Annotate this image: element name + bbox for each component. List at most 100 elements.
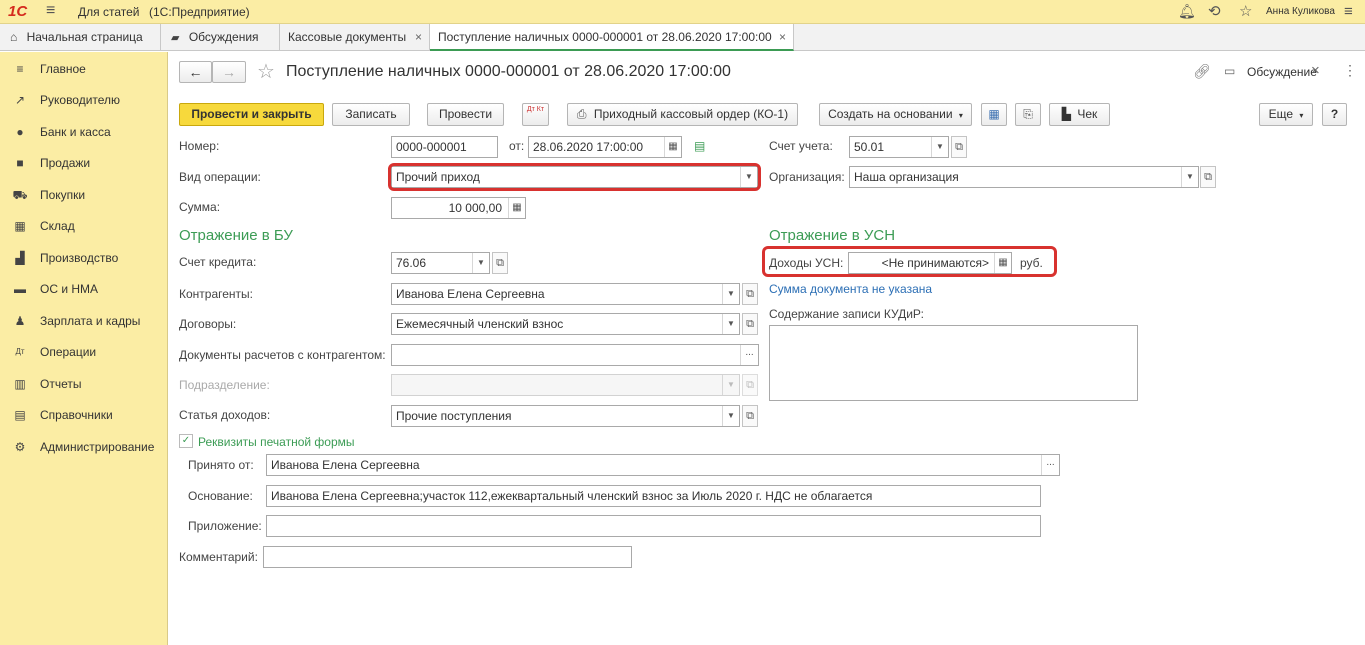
tab-cash-receipt-label: Поступление наличных 0000-000001 от 28.0… — [438, 30, 772, 44]
account-value: 50.01 — [854, 140, 885, 154]
number-field[interactable]: 0000-000001 — [391, 136, 498, 158]
close-icon[interactable]: × — [415, 24, 422, 50]
bell-icon[interactable]: 🔔︎ — [1178, 3, 1196, 20]
print-requisites-toggle[interactable]: ✓ Реквизиты печатной формы — [179, 434, 359, 450]
comment-field[interactable] — [263, 546, 632, 568]
ellipsis-icon[interactable]: ... — [740, 345, 758, 365]
star-icon[interactable]: ☆ — [1239, 2, 1252, 20]
sidebar-item-fixed-assets[interactable]: ▬ ОС и НМА — [0, 274, 168, 304]
sidebar-item-main[interactable]: ≡ Главное — [0, 54, 168, 84]
income-item-field[interactable]: Прочие поступления ▼ — [391, 405, 740, 427]
usn-note-link[interactable]: Сумма документа не указана — [769, 282, 932, 296]
credit-account-value: 76.06 — [396, 256, 427, 270]
settlement-docs-label: Документы расчетов с контрагентом: — [179, 348, 386, 362]
back-button[interactable]: ← — [179, 61, 212, 83]
sidebar-item-manager[interactable]: ↗ Руководителю — [0, 85, 168, 115]
attachment-field[interactable] — [266, 515, 1041, 537]
open-icon: ⧉ — [746, 288, 754, 300]
sidebar-item-operations[interactable]: Дт Операции — [0, 337, 168, 367]
structure-button[interactable]: ▦ — [981, 103, 1007, 126]
sidebar-item-label: Производство — [40, 251, 119, 265]
user-name[interactable]: Анна Куликова — [1266, 6, 1335, 17]
factory-icon: ▟ — [15, 251, 25, 265]
credit-account-field[interactable]: 76.06 ▼ — [391, 252, 490, 274]
contractors-value: Иванова Елена Сергеевна — [396, 287, 545, 301]
basis-field[interactable]: Иванова Елена Сергеевна;участок 112,ежек… — [266, 485, 1041, 507]
chevron-down-icon[interactable]: ▼ — [722, 314, 739, 334]
sidebar-item-production[interactable]: ▟ Производство — [0, 243, 168, 273]
document-status-icon[interactable]: ▤ — [694, 139, 705, 153]
organization-field[interactable]: Наша организация ▼ — [849, 166, 1199, 188]
organization-label: Организация: — [769, 170, 845, 184]
sidebar-item-reports[interactable]: ▥ Отчеты — [0, 369, 168, 399]
open-income-item-button[interactable]: ⧉ — [742, 405, 758, 427]
sections-panel: ≡ Главное ↗ Руководителю ● Банк и касса ■ Пр… — [0, 52, 168, 645]
sidebar-item-salary[interactable]: ♟ Зарплата и кадры — [0, 306, 168, 336]
contractors-field[interactable]: Иванова Елена Сергеевна ▼ — [391, 283, 740, 305]
forward-button[interactable]: → — [212, 61, 246, 83]
account-field[interactable]: 50.01 ▼ — [849, 136, 949, 158]
person-icon: ♟ — [14, 314, 26, 328]
settlement-docs-field[interactable]: ... — [391, 344, 759, 366]
menu-icon[interactable]: ≡ — [46, 2, 55, 20]
accepted-from-field[interactable]: Иванова Елена Сергеевна... — [266, 454, 1060, 476]
receipt-button[interactable]: ▙ Чек — [1049, 103, 1110, 126]
open-contract-button[interactable]: ⧉ — [742, 313, 758, 335]
home-icon: ⌂ — [10, 30, 18, 44]
calculator-icon[interactable]: ▦ — [508, 198, 525, 218]
logo-1c[interactable]: 1С — [8, 3, 27, 20]
sidebar-item-label: Отчеты — [40, 377, 82, 391]
chevron-down-icon[interactable]: ▼ — [1181, 167, 1198, 187]
open-organization-button[interactable]: ⧉ — [1200, 166, 1216, 188]
sidebar-item-label: Справочники — [40, 408, 113, 422]
post-and-close-button[interactable]: Провести и закрыть — [179, 103, 324, 126]
sidebar-item-bank[interactable]: ● Банк и касса — [0, 117, 168, 147]
close-form-icon[interactable]: × — [1311, 62, 1320, 79]
open-contractor-button[interactable]: ⧉ — [742, 283, 758, 305]
chevron-down-icon[interactable]: ▼ — [722, 284, 739, 304]
open-account-button[interactable]: ⧉ — [951, 136, 967, 158]
open-icon: ⧉ — [746, 379, 754, 391]
chevron-down-icon[interactable]: ▼ — [722, 406, 739, 426]
sidebar-item-admin[interactable]: ⚙ Администрирование — [0, 432, 168, 462]
sum-label: Сумма: — [179, 200, 221, 214]
ellipsis-icon[interactable]: ... — [1041, 455, 1059, 475]
more-vertical-icon[interactable]: ⋮ — [1343, 62, 1357, 79]
help-button[interactable]: ? — [1322, 103, 1347, 126]
save-button[interactable]: Записать — [332, 103, 410, 126]
sidebar-item-sales[interactable]: ■ Продажи — [0, 148, 168, 178]
tab-cash-receipt[interactable]: Поступление наличных 0000-000001 от 28.0… — [430, 24, 794, 51]
close-icon[interactable]: × — [779, 24, 786, 50]
post-button[interactable]: Провести — [427, 103, 504, 126]
settings-menu-icon[interactable]: ≡ — [1344, 3, 1353, 20]
favorite-star-icon[interactable]: ☆ — [257, 59, 275, 84]
print-ko1-button[interactable]: ⎙ Приходный кассовый ордер (КО-1) — [567, 103, 798, 126]
attachment-button[interactable]: ⎘ — [1015, 103, 1041, 126]
more-button[interactable]: Еще ▾ — [1259, 103, 1313, 126]
chevron-down-icon[interactable]: ▼ — [472, 253, 489, 273]
printer-icon: ⎙ — [576, 107, 587, 121]
dropdown-arrow-icon: ▾ — [1299, 111, 1304, 120]
calendar-icon[interactable]: ▦ — [664, 137, 681, 157]
contractors-label: Контрагенты: — [179, 287, 254, 301]
contracts-field[interactable]: Ежемесячный членский взнос ▼ — [391, 313, 740, 335]
contracts-label: Договоры: — [179, 317, 237, 331]
sidebar-item-directories[interactable]: ▤ Справочники — [0, 400, 168, 430]
comment-label: Комментарий: — [179, 550, 258, 564]
link-icon[interactable]: 🔗︎ — [1193, 63, 1211, 80]
open-credit-account-button[interactable]: ⧉ — [492, 252, 508, 274]
discussion-icon[interactable]: ▭ — [1224, 64, 1235, 78]
tab-discussions[interactable]: ▰ Обсуждения — [161, 24, 280, 51]
tab-home[interactable]: ⌂ Начальная страница — [0, 24, 161, 51]
tab-cash-documents[interactable]: Кассовые документы × — [280, 24, 430, 51]
create-based-on-button[interactable]: Создать на основании ▾ — [819, 103, 972, 126]
date-field[interactable]: 28.06.2020 17:00:00 ▦ — [528, 136, 682, 158]
kudir-textarea[interactable] — [769, 325, 1138, 401]
sum-field[interactable]: 10 000,00 ▦ — [391, 197, 526, 219]
history-icon[interactable]: ⟲ — [1208, 2, 1221, 20]
sidebar-item-warehouse[interactable]: ▦ Склад — [0, 211, 168, 241]
dtkt-button[interactable]: Дт Кт — [522, 103, 549, 126]
sidebar-item-purchases[interactable]: ⛟ Покупки — [0, 180, 168, 210]
chevron-down-icon[interactable]: ▼ — [931, 137, 948, 157]
discussion-link[interactable]: Обсуждение — [1247, 65, 1317, 79]
